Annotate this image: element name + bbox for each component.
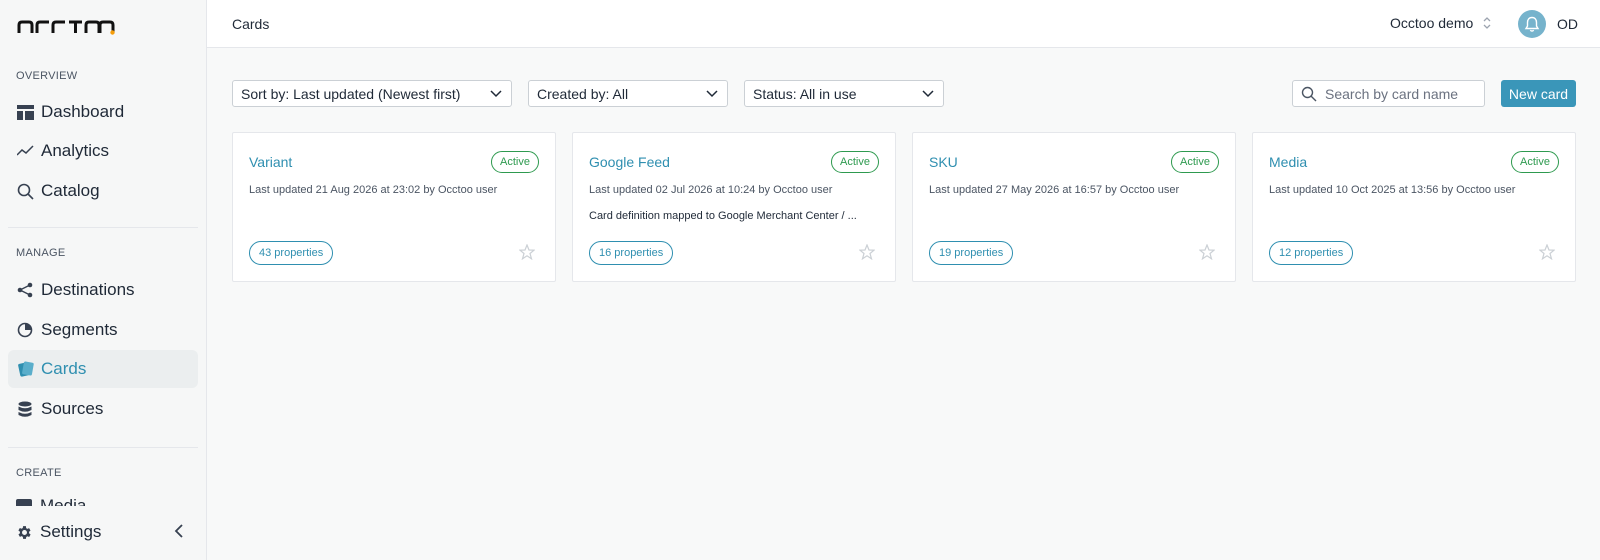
- properties-badge[interactable]: 16 properties: [589, 241, 674, 265]
- created-by-select[interactable]: Created by: All: [528, 80, 728, 107]
- status-badge: Active: [1171, 151, 1219, 173]
- sidebar-item-label: Destinations: [41, 280, 135, 299]
- top-header: Cards Occtoo demo OD: [207, 0, 1600, 48]
- sidebar-item-destinations[interactable]: Destinations: [8, 271, 198, 309]
- status-badge: Active: [1511, 151, 1559, 173]
- search-icon: [1301, 86, 1317, 102]
- star-icon[interactable]: [1538, 243, 1556, 265]
- cards-icon: [16, 360, 34, 378]
- card-title[interactable]: Media: [1269, 154, 1307, 170]
- bell-icon: [1524, 16, 1540, 33]
- created-by-select-value: Created by: All: [537, 85, 629, 102]
- notifications-button[interactable]: [1518, 10, 1546, 38]
- chevron-up-down-icon: [1483, 17, 1491, 29]
- status-badge: Active: [491, 151, 539, 173]
- sidebar-item-label: Catalog: [41, 181, 100, 200]
- sidebar-item-segments[interactable]: Segments: [8, 311, 198, 349]
- card-item[interactable]: Variant Active Last updated 21 Aug 2026 …: [232, 132, 556, 282]
- database-icon: [16, 400, 34, 418]
- sidebar-item-label: Media: [40, 496, 87, 506]
- sidebar-item-media[interactable]: Media: [16, 496, 86, 506]
- status-select[interactable]: Status: All in use: [744, 80, 944, 107]
- sidebar-item-analytics[interactable]: Analytics: [8, 132, 198, 170]
- search-input[interactable]: [1325, 85, 1475, 102]
- share-icon: [16, 281, 34, 299]
- card-last-updated: Last updated 21 Aug 2026 at 23:02 by Occ…: [249, 184, 498, 196]
- sidebar-item-catalog[interactable]: Catalog: [8, 172, 198, 210]
- new-card-button[interactable]: New card: [1501, 80, 1576, 107]
- status-badge: Active: [831, 151, 879, 173]
- sidebar: OVERVIEW Dashboard Analytics Catalog MAN…: [0, 0, 207, 560]
- page-title: Cards: [232, 16, 270, 32]
- org-name: Occtoo demo: [1390, 15, 1474, 31]
- pie-chart-icon: [16, 321, 34, 339]
- card-title[interactable]: Google Feed: [589, 154, 670, 170]
- status-select-value: Status: All in use: [753, 85, 857, 102]
- sidebar-item-label: Cards: [41, 359, 87, 378]
- card-last-updated: Last updated 10 Oct 2025 at 13:56 by Occ…: [1269, 184, 1516, 196]
- card-last-updated: Last updated 02 Jul 2026 at 10:24 by Occ…: [589, 184, 833, 196]
- sidebar-item-settings[interactable]: Settings: [8, 513, 198, 551]
- sidebar-item-cards[interactable]: Cards: [8, 350, 198, 388]
- card-description: Card definition mapped to Google Merchan…: [589, 210, 857, 222]
- properties-badge[interactable]: 43 properties: [249, 241, 334, 265]
- analytics-icon: [16, 142, 34, 160]
- card-last-updated: Last updated 27 May 2026 at 16:57 by Occ…: [929, 184, 1180, 196]
- divider: [8, 227, 198, 228]
- occtoo-logo[interactable]: [16, 16, 116, 38]
- chevron-down-icon: [921, 87, 935, 104]
- card-title[interactable]: SKU: [929, 154, 958, 170]
- star-icon[interactable]: [858, 243, 876, 265]
- sidebar-item-label: Analytics: [41, 141, 110, 160]
- gear-icon: [16, 524, 33, 541]
- card-item[interactable]: SKU Active Last updated 27 May 2026 at 1…: [912, 132, 1236, 282]
- section-label-manage: MANAGE: [16, 247, 66, 259]
- star-icon[interactable]: [518, 243, 536, 265]
- sidebar-item-label: Sources: [41, 399, 104, 418]
- sidebar-item-label: Segments: [41, 320, 118, 339]
- divider: [8, 447, 198, 448]
- chevron-down-icon: [489, 87, 503, 104]
- chevron-left-icon[interactable]: [174, 524, 184, 543]
- properties-badge[interactable]: 12 properties: [1269, 241, 1354, 265]
- section-label-overview: OVERVIEW: [16, 70, 78, 82]
- properties-badge[interactable]: 19 properties: [929, 241, 1014, 265]
- star-icon[interactable]: [1198, 243, 1216, 265]
- media-icon: [16, 499, 32, 506]
- org-switcher[interactable]: Occtoo demo: [1390, 15, 1491, 31]
- search-icon: [16, 182, 34, 200]
- sort-select[interactable]: Sort by: Last updated (Newest first): [232, 80, 512, 107]
- card-item[interactable]: Google Feed Active Last updated 02 Jul 2…: [572, 132, 896, 282]
- sidebar-item-dashboard[interactable]: Dashboard: [8, 93, 198, 131]
- card-title[interactable]: Variant: [249, 154, 292, 170]
- sidebar-item-label: Settings: [40, 522, 102, 541]
- sidebar-item-label: Dashboard: [41, 102, 125, 121]
- card-item[interactable]: Media Active Last updated 10 Oct 2025 at…: [1252, 132, 1576, 282]
- sort-select-value: Sort by: Last updated (Newest first): [241, 85, 461, 102]
- user-avatar[interactable]: OD: [1557, 16, 1578, 32]
- search-box[interactable]: [1292, 80, 1485, 107]
- section-label-create: CREATE: [16, 467, 62, 479]
- sidebar-item-sources[interactable]: Sources: [8, 390, 198, 428]
- dashboard-icon: [16, 103, 34, 121]
- chevron-down-icon: [705, 87, 719, 104]
